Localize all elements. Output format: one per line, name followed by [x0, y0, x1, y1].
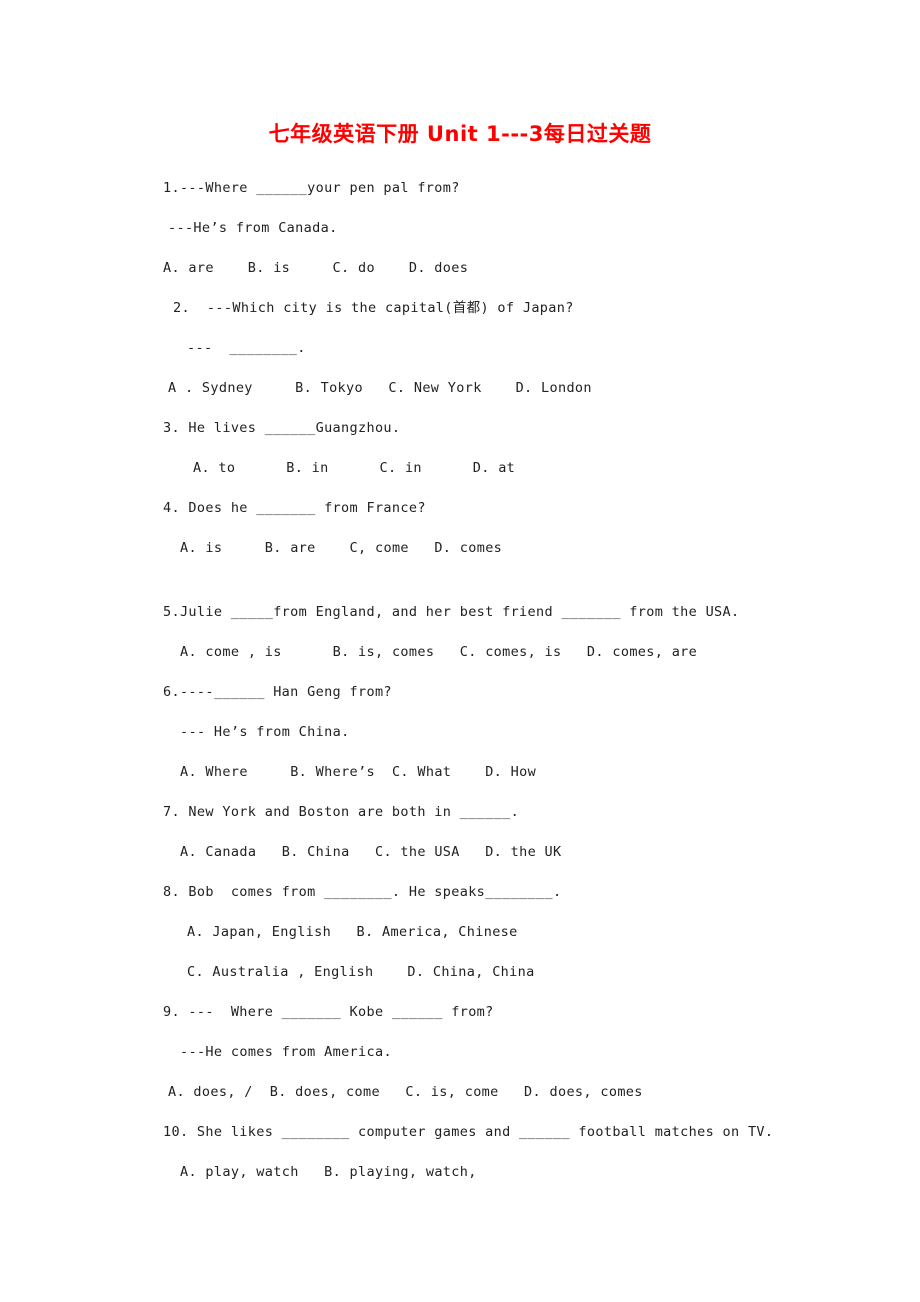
question-1-stem: 1.---Where ______your pen pal from?: [163, 180, 460, 196]
question-9-options: A. does, / B. does, come C. is, come D. …: [168, 1084, 643, 1100]
question-1-answer: ---He’s from Canada.: [168, 220, 338, 236]
question-9-answer: ---He comes from America.: [180, 1044, 392, 1060]
question-5-stem: 5.Julie _____from England, and her best …: [163, 604, 740, 620]
question-2-answer: --- ________.: [187, 340, 306, 356]
question-9-stem: 9. --- Where _______ Kobe ______ from?: [163, 1004, 494, 1020]
question-2-stem: 2. ---Which city is the capital(首都) of J…: [173, 300, 574, 316]
question-10-stem: 10. She likes ________ computer games an…: [163, 1124, 774, 1140]
question-6-stem: 6.----______ Han Geng from?: [163, 684, 392, 700]
question-8-options-cd: C. Australia , English D. China, China: [187, 964, 535, 980]
question-6-options: A. Where B. Where’s C. What D. How: [180, 764, 537, 780]
question-10-options: A. play, watch B. playing, watch,: [180, 1164, 477, 1180]
question-3-options: A. to B. in C. in D. at: [193, 460, 516, 476]
question-2-options: A . Sydney B. Tokyo C. New York D. Londo…: [168, 380, 592, 396]
question-8-stem: 8. Bob comes from ________. He speaks___…: [163, 884, 562, 900]
question-8-options-ab: A. Japan, English B. America, Chinese: [187, 924, 518, 940]
question-4-stem: 4. Does he _______ from France?: [163, 500, 426, 516]
question-3-stem: 3. He lives ______Guangzhou.: [163, 420, 401, 436]
page-title: 七年级英语下册 Unit 1---3每日过关题: [268, 122, 652, 146]
question-7-stem: 7. New York and Boston are both in _____…: [163, 804, 520, 820]
question-1-options: A. are B. is C. do D. does: [163, 260, 469, 276]
question-6-answer: --- He’s from China.: [180, 724, 350, 740]
question-5-options: A. come , is B. is, comes C. comes, is D…: [180, 644, 698, 660]
exercise-body: 1.---Where ______your pen pal from? ---H…: [163, 168, 863, 1192]
document-page: 七年级英语下册 Unit 1---3每日过关题 1.---Where _____…: [0, 0, 920, 1302]
question-7-options: A. Canada B. China C. the USA D. the UK: [180, 844, 562, 860]
question-4-options: A. is B. are C, come D. comes: [180, 540, 503, 556]
